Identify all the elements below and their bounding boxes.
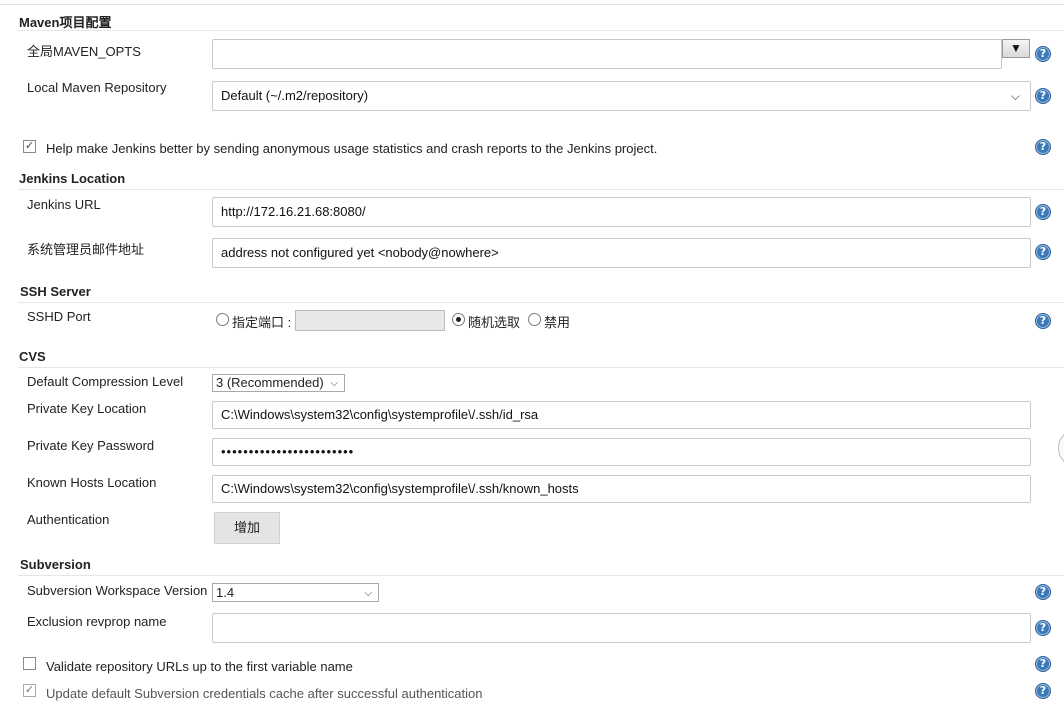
compression-level-label: Default Compression Level <box>27 374 184 389</box>
compression-level-value: 3 (Recommended) <box>216 375 324 390</box>
section-divider <box>18 189 1064 190</box>
add-authentication-button[interactable]: 增加 <box>214 512 280 544</box>
section-divider <box>18 575 1064 576</box>
help-icon[interactable]: ? <box>1035 656 1051 672</box>
known-hosts-location-input[interactable]: C:\Windows\system32\config\systemprofile… <box>212 475 1031 503</box>
radio-random-port[interactable] <box>452 313 465 326</box>
help-icon[interactable]: ? <box>1035 620 1051 636</box>
expand-icon: ▼ <box>1010 41 1022 55</box>
top-divider <box>0 4 1064 5</box>
radio-fixed-port-label: 指定端口 : <box>232 315 292 330</box>
usage-stats-label: Help make Jenkins better by sending anon… <box>46 141 658 156</box>
exclusion-revprop-label: Exclusion revprop name <box>27 614 167 629</box>
jenkins-url-input[interactable]: http://172.16.21.68:8080/ <box>212 197 1031 227</box>
private-key-location-input[interactable]: C:\Windows\system32\config\systemprofile… <box>212 401 1031 429</box>
update-credentials-checkbox[interactable]: ✓ <box>23 684 36 697</box>
radio-disable-label: 禁用 <box>544 315 571 330</box>
sshd-port-label: SSHD Port <box>27 309 91 324</box>
radio-fixed-port[interactable] <box>216 313 229 326</box>
help-icon[interactable]: ? <box>1035 88 1051 104</box>
section-title-ssh-server: SSH Server <box>20 284 91 299</box>
section-title-cvs: CVS <box>19 349 46 364</box>
help-icon[interactable]: ? <box>1035 313 1051 329</box>
scroll-handle[interactable] <box>1058 430 1064 466</box>
exclusion-revprop-input[interactable] <box>212 613 1031 643</box>
chevron-down-icon: ⌵ <box>364 588 372 599</box>
local-maven-repository-value: Default (~/.m2/repository) <box>221 88 369 103</box>
radio-random-port-label: 随机选取 <box>468 315 521 330</box>
private-key-password-label: Private Key Password <box>27 438 155 453</box>
section-divider <box>18 30 1064 31</box>
global-maven-opts-input[interactable] <box>212 39 1002 69</box>
help-icon[interactable]: ? <box>1035 204 1051 220</box>
workspace-version-label: Subversion Workspace Version <box>27 583 208 598</box>
workspace-version-select[interactable]: 1.4 ⌵ <box>212 583 379 602</box>
local-maven-repository-select[interactable]: Default (~/.m2/repository) ⌵ <box>212 81 1031 111</box>
validate-urls-label: Validate repository URLs up to the first… <box>46 659 353 674</box>
help-icon[interactable]: ? <box>1035 139 1051 155</box>
chevron-down-icon: ⌵ <box>330 378 338 389</box>
authentication-label: Authentication <box>27 512 110 527</box>
jenkins-url-label: Jenkins URL <box>27 197 101 212</box>
admin-email-label: 系统管理员邮件地址 <box>27 242 145 257</box>
section-divider <box>18 367 1064 368</box>
update-credentials-label: Update default Subversion credentials ca… <box>46 686 483 701</box>
section-title-maven: Maven项目配置 <box>19 15 112 30</box>
help-icon[interactable]: ? <box>1035 584 1051 600</box>
chevron-down-icon: ⌵ <box>1010 89 1020 103</box>
compression-level-select[interactable]: 3 (Recommended) ⌵ <box>212 374 345 392</box>
known-hosts-location-label: Known Hosts Location <box>27 475 157 490</box>
global-maven-opts-label: 全局MAVEN_OPTS <box>27 44 141 59</box>
section-title-subversion: Subversion <box>20 557 91 572</box>
fixed-port-input[interactable] <box>295 310 445 331</box>
private-key-password-input[interactable]: •••••••••••••••••••••••• <box>212 438 1031 466</box>
workspace-version-value: 1.4 <box>216 585 235 600</box>
local-maven-repository-label: Local Maven Repository <box>27 80 167 95</box>
section-title-jenkins-location: Jenkins Location <box>19 171 126 186</box>
help-icon[interactable]: ? <box>1035 46 1051 62</box>
validate-urls-checkbox[interactable] <box>23 657 36 670</box>
expand-textarea-button[interactable]: ▼ <box>1002 39 1030 58</box>
usage-stats-checkbox[interactable]: ✓ <box>23 140 36 153</box>
help-icon[interactable]: ? <box>1035 244 1051 260</box>
admin-email-input[interactable]: address not configured yet <nobody@nowhe… <box>212 238 1031 268</box>
radio-disable[interactable] <box>528 313 541 326</box>
help-icon[interactable]: ? <box>1035 683 1051 699</box>
section-divider <box>18 302 1064 303</box>
private-key-location-label: Private Key Location <box>27 401 147 416</box>
